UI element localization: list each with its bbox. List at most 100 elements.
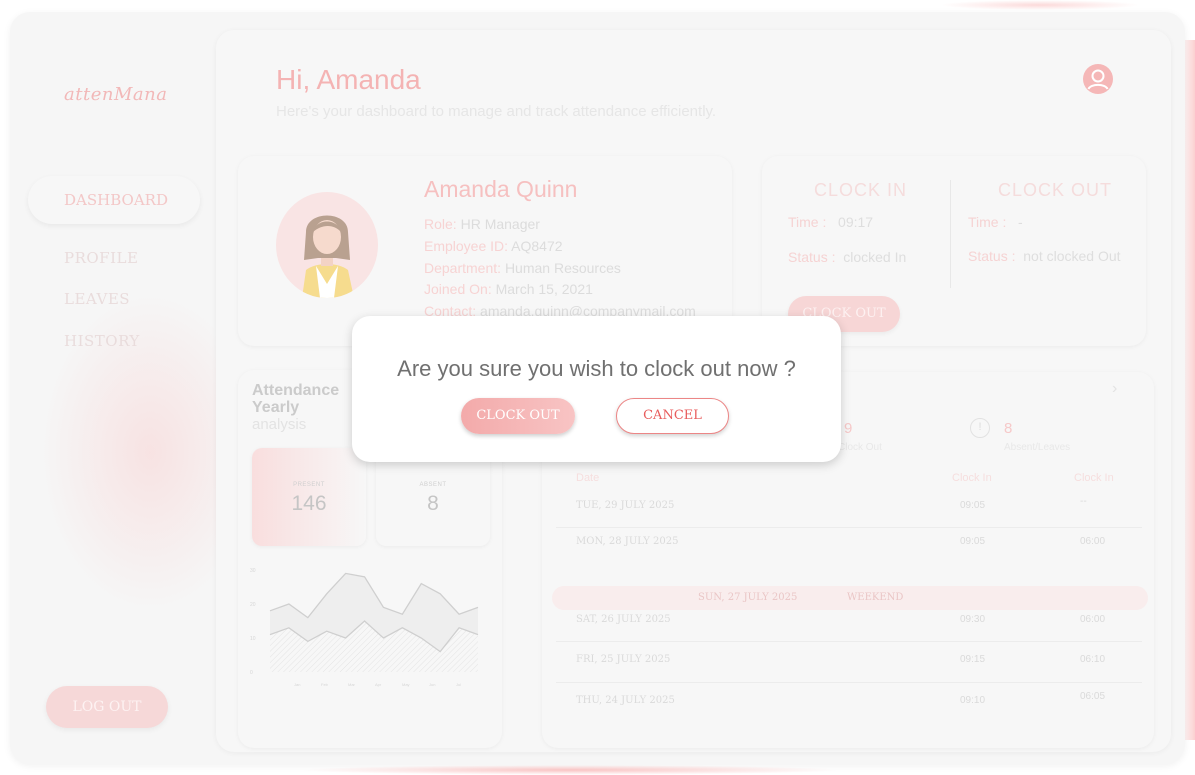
profile-avatar [276, 192, 378, 298]
alert-icon: ! [970, 418, 990, 438]
sidebar-item-leaves[interactable]: LEAVES [64, 290, 130, 308]
row-clock-out: 06:05 [1080, 691, 1106, 702]
profile-field-value: Human Resources [504, 260, 621, 276]
profile-field-key: Role: [424, 216, 457, 232]
profile-field-value: March 15, 2021 [495, 281, 593, 297]
row-clock-in: 09:05 [960, 500, 986, 511]
row-date: MON, 28 JULY 2025 [576, 536, 679, 547]
clock-in-status: Status : clocked In [788, 249, 906, 265]
row-clock-out: -- [1080, 496, 1087, 507]
row-clock-in: 09:30 [960, 614, 986, 625]
sidebar-item-profile[interactable]: PROFILE [64, 249, 138, 267]
page: attenMana DASHBOARD PROFILE LEAVES HISTO… [0, 0, 1195, 775]
profile-field-key: Employee ID: [424, 238, 509, 254]
chart-y-tick: 0 [250, 670, 253, 676]
column-header-clock-out: Clock In [1074, 472, 1114, 484]
table-row: FRI, 25 JULY 2025 09:15 06:10 [556, 654, 1142, 692]
page-subtitle: Here's your dashboard to manage and trac… [276, 103, 717, 120]
row-divider [556, 527, 1142, 528]
profile-department: Department: Human Resources [424, 260, 621, 276]
attendance-title-line: Yearly [252, 399, 300, 416]
column-header-date: Date [576, 472, 600, 484]
glow-top [940, 0, 1140, 10]
clock-field-value: - [1018, 214, 1023, 230]
table-row: MON, 28 JULY 2025 09:05 06:00 [556, 536, 1142, 574]
clock-out-count: 9 [844, 420, 853, 437]
clock-out-time: Time : - [968, 214, 1023, 230]
row-clock-out: 06:00 [1080, 614, 1106, 625]
chart-x-tick: Jan [294, 682, 300, 687]
absent-count-label: Absent/Leaves [1004, 442, 1071, 453]
dialog-message: Are you sure you wish to clock out now ? [397, 356, 796, 381]
present-label: PRESENT [293, 482, 325, 488]
user-avatar-icon[interactable] [1082, 63, 1114, 95]
profile-joined: Joined On: March 15, 2021 [424, 281, 593, 297]
weekend-date: SUN, 27 JULY 2025 [698, 592, 798, 603]
attendance-title-line: Attendance [252, 382, 340, 399]
clock-field-key: Status : [968, 248, 1016, 264]
chart-y-tick: 30 [250, 568, 256, 574]
logout-button[interactable]: LOG OUT [46, 686, 168, 728]
table-row: TUE, 29 JULY 2025 09:05 -- [556, 496, 1142, 538]
absent-label: ABSENT [419, 482, 447, 488]
weekend-label: WEEKEND [847, 592, 904, 603]
absent-value: 8 [427, 492, 439, 515]
attendance-title: Attendance Yearly [252, 382, 339, 416]
attendance-subtitle: analysis [252, 416, 307, 433]
app-logo: attenMana [64, 84, 168, 105]
row-date: THU, 24 JULY 2025 [576, 695, 675, 706]
table-row: THU, 24 JULY 2025 09:10 06:05 [556, 691, 1142, 733]
profile-role: Role: HR Manager [424, 216, 540, 232]
row-date: FRI, 25 JULY 2025 [576, 654, 671, 665]
row-clock-in: 09:10 [960, 695, 986, 706]
chart-x-tick: Feb [321, 682, 329, 687]
present-value: 146 [291, 492, 327, 515]
profile-name: Amanda Quinn [424, 176, 578, 202]
chevron-right-icon[interactable]: › [1112, 380, 1117, 398]
chart-x-tick: Jul [456, 682, 461, 687]
row-clock-out: 06:10 [1080, 654, 1106, 665]
clock-divider [950, 180, 951, 288]
clock-field-key: Status : [788, 249, 836, 265]
cancel-button[interactable]: CANCEL [616, 398, 729, 434]
sidebar-item-label: DASHBOARD [64, 191, 168, 209]
row-date: TUE, 29 JULY 2025 [576, 500, 675, 511]
clock-in-title: CLOCK IN [814, 180, 908, 200]
sidebar-item-history[interactable]: HISTORY [64, 332, 140, 350]
clock-out-title: CLOCK OUT [998, 180, 1113, 200]
table-row: SAT, 26 JULY 2025 09:30 06:00 [556, 614, 1142, 652]
confirm-clock-out-dialog: Are you sure you wish to clock out now ?… [352, 316, 841, 462]
chart-x-tick: Mar [348, 682, 356, 687]
chart-x-tick: Apr [375, 682, 382, 687]
clock-field-value: not clocked Out [1023, 248, 1121, 264]
chart-x-tick: Jun [429, 682, 435, 687]
row-clock-in: 09:15 [960, 654, 986, 665]
profile-employee-id: Employee ID: AQ8472 [424, 238, 563, 254]
clock-field-value: clocked In [843, 249, 907, 265]
chart-y-tick: 10 [250, 636, 256, 642]
sidebar-item-dashboard[interactable]: DASHBOARD [28, 176, 200, 224]
profile-field-value: HR Manager [460, 216, 540, 232]
weekend-row: SUN, 27 JULY 2025 WEEKEND [552, 586, 1148, 610]
profile-field-key: Department: [424, 260, 502, 276]
row-clock-out: 06:00 [1080, 536, 1106, 547]
chart-x-tick: May [402, 682, 410, 687]
present-stat: PRESENT 146 [252, 448, 366, 546]
confirm-clock-out-button[interactable]: CLOCK OUT [461, 398, 575, 434]
clock-in-time: Time : 09:17 [788, 214, 873, 230]
chart-y-tick: 20 [250, 602, 256, 608]
clock-out-status: Status : not clocked Out [968, 248, 1121, 264]
clock-field-key: Time : [788, 214, 827, 230]
clock-out-count-label: Clock Out [838, 442, 882, 453]
absent-stat: ABSENT 8 [376, 448, 490, 546]
row-clock-in: 09:05 [960, 536, 986, 547]
clock-field-value: 09:17 [838, 214, 874, 230]
absent-count: 8 [1004, 420, 1013, 437]
attendance-line-chart: 30 20 10 0 Jan Feb Mar Apr May Jun Jul [250, 568, 479, 687]
person-illustration-icon [302, 215, 354, 298]
profile-field-key: Joined On: [424, 281, 492, 297]
column-header-clock-in: Clock In [952, 472, 992, 484]
clock-field-key: Time : [968, 214, 1007, 230]
row-date: SAT, 26 JULY 2025 [576, 614, 671, 625]
row-divider [556, 682, 1142, 683]
